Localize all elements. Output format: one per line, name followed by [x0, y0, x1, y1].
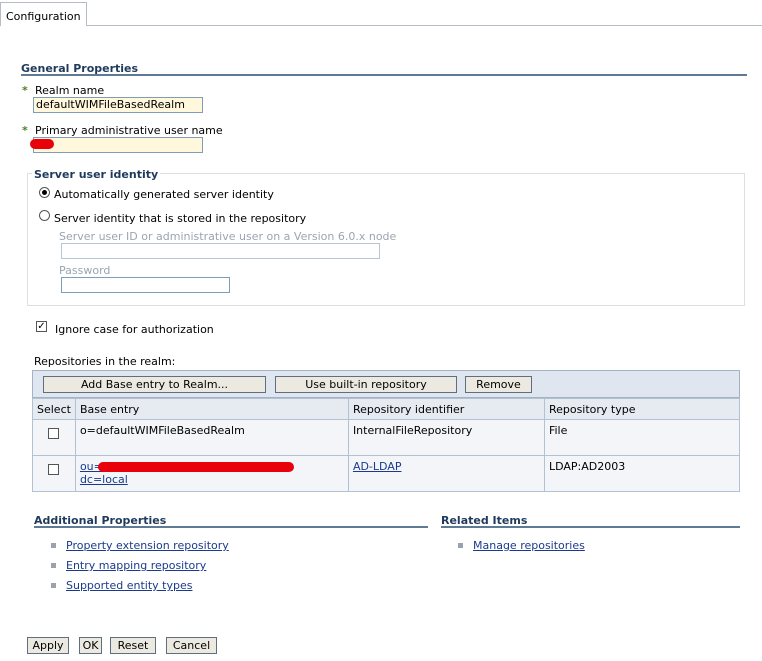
manage-repositories-link[interactable]: Manage repositories [473, 539, 585, 552]
general-properties-rule [21, 74, 747, 76]
row-select-checkbox[interactable] [48, 428, 60, 439]
tab-configuration[interactable]: Configuration [0, 2, 87, 26]
cancel-button[interactable]: Cancel [166, 637, 217, 654]
tab-divider [87, 25, 762, 26]
column-header-repository-identifier[interactable]: Repository identifier [347, 398, 545, 420]
select-cell [32, 419, 76, 456]
server-identity-legend: Server user identity [32, 168, 161, 181]
property-extension-repository-link[interactable]: Property extension repository [66, 539, 229, 552]
base-entry-suffix: dc=local [79, 473, 128, 486]
radio-auto-identity[interactable] [39, 187, 50, 198]
required-asterisk-icon: * [22, 84, 28, 97]
password-field[interactable] [61, 277, 230, 293]
password-label: Password [59, 264, 111, 277]
ignore-case-label: Ignore case for authorization [55, 323, 214, 336]
server-user-id-field[interactable] [61, 243, 380, 259]
redaction-mark [30, 139, 54, 149]
admin-user-field[interactable] [33, 137, 203, 153]
reset-button[interactable]: Reset [110, 637, 156, 654]
base-entry-cell: ou=dc=local [74, 455, 349, 492]
table-row: ou=dc=local AD-LDAP LDAP:AD2003 [32, 455, 741, 492]
related-items-rule [441, 526, 740, 528]
table-header-row: Select Base entry Repository identifier … [32, 398, 741, 420]
column-header-base-entry[interactable]: Base entry [74, 398, 349, 420]
repositories-label: Repositories in the realm: [34, 355, 176, 368]
remove-button[interactable]: Remove [465, 376, 532, 393]
bullet-icon [51, 563, 56, 568]
select-cell [32, 455, 76, 492]
radio-auto-identity-label: Automatically generated server identity [54, 188, 274, 201]
bullet-icon [51, 583, 56, 588]
repositories-table: Select Base entry Repository identifier … [32, 398, 741, 492]
required-asterisk-icon: * [22, 124, 28, 137]
apply-button[interactable]: Apply [27, 637, 69, 654]
repository-type-cell: File [543, 419, 741, 456]
repository-type-cell: LDAP:AD2003 [543, 455, 741, 492]
ignore-case-checkbox[interactable]: ✓ [36, 321, 47, 332]
bullet-icon [51, 543, 56, 548]
realm-name-field[interactable]: defaultWIMFileBasedRealm [33, 97, 203, 113]
repository-identifier-cell: AD-LDAP [347, 455, 545, 492]
use-builtin-repository-button[interactable]: Use built-in repository [275, 376, 457, 393]
redaction-mark [97, 462, 294, 472]
realm-name-label: Realm name [35, 84, 105, 97]
entry-mapping-repository-link[interactable]: Entry mapping repository [66, 559, 206, 572]
column-header-select: Select [32, 398, 76, 420]
table-row: o=defaultWIMFileBasedRealm InternalFileR… [32, 419, 741, 456]
radio-stored-identity-label: Server identity that is stored in the re… [54, 212, 307, 225]
row-select-checkbox[interactable] [48, 464, 60, 475]
additional-properties-rule [34, 526, 428, 528]
bullet-icon [458, 543, 463, 548]
repository-identifier-cell: InternalFileRepository [347, 419, 545, 456]
admin-user-label: Primary administrative user name [35, 124, 223, 137]
column-header-repository-type[interactable]: Repository type [543, 398, 741, 420]
server-user-id-label: Server user ID or administrative user on… [59, 230, 397, 243]
add-base-entry-button[interactable]: Add Base entry to Realm... [43, 376, 266, 393]
base-entry-cell: o=defaultWIMFileBasedRealm [74, 419, 349, 456]
radio-stored-identity[interactable] [39, 210, 50, 221]
supported-entity-types-link[interactable]: Supported entity types [66, 579, 192, 592]
ok-button[interactable]: OK [79, 637, 102, 654]
repository-identifier-link[interactable]: AD-LDAP [353, 460, 402, 473]
